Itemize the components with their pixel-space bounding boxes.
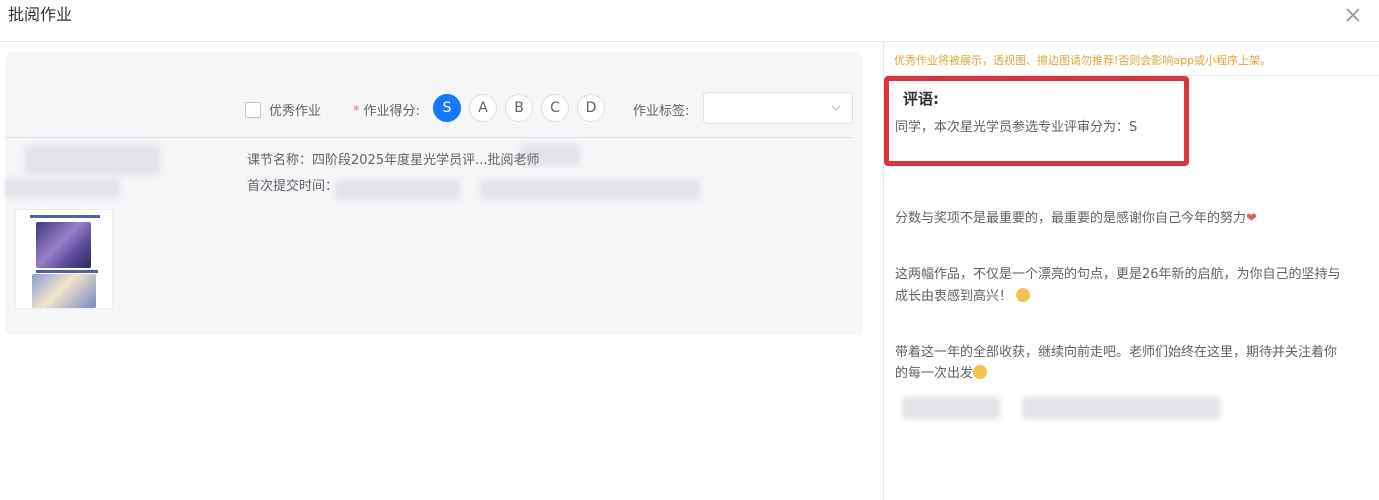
comment-line-3a: 这两幅作品，不仅是一个漂亮的句点，更是26年新的启航，为你自己的坚持与 xyxy=(895,267,1341,282)
artwork-image-1 xyxy=(36,222,91,268)
score-bar: 优秀作业 * 作业得分: S A B C D 作业标签: xyxy=(5,92,863,126)
grade-option-b[interactable]: B xyxy=(505,94,533,122)
grade-option-c[interactable]: C xyxy=(541,94,569,122)
homework-thumbnail[interactable] xyxy=(15,209,113,309)
divider xyxy=(5,137,853,138)
excellent-checkbox[interactable] xyxy=(245,101,261,118)
comment-line-4a: 带着这一年的全部收获，继续向前走吧。老师们始终在这里，期待并关注着你 xyxy=(895,345,1338,360)
tag-select[interactable] xyxy=(703,92,853,124)
chevron-down-icon xyxy=(831,105,841,111)
redacted-submit-extra xyxy=(480,180,700,200)
score-label-text: 作业得分: xyxy=(363,104,420,119)
notice-text: 优秀作业将被展示，透视图、擦边图请勿推荐!否则会影响app或小程序上架。 xyxy=(894,54,1272,67)
comment-line-4b-text: 的每一次出发 xyxy=(895,366,974,381)
comment-line-2: 分数与奖项不是最重要的，最重要的是感谢你自己今年的努力❤ xyxy=(895,209,1257,229)
comment-line-1: 同学，本次星光学员参选专业评审分为：S xyxy=(895,120,1138,135)
submit-time-label: 首次提交时间： xyxy=(247,179,339,194)
comment-line-2-text: 分数与奖项不是最重要的，最重要的是感谢你自己今年的努力 xyxy=(895,211,1247,226)
redacted-submit-time xyxy=(335,180,460,200)
redacted-signature-2 xyxy=(1022,397,1220,419)
redacted-student-name xyxy=(25,145,160,175)
grading-dialog: 批阅作业 优秀作业 * 作业得分: S A B C D 作业标签: 课节名称：四… xyxy=(0,0,1379,500)
artwork-image-2 xyxy=(32,274,96,308)
clap-emoji-icon xyxy=(1016,288,1031,302)
comment-title: 评语: xyxy=(903,90,939,108)
smile-emoji-icon xyxy=(973,365,988,379)
thumbnail-caption-mid xyxy=(36,270,98,273)
comment-line-4b: 的每一次出发 xyxy=(895,364,988,384)
grade-option-s[interactable]: S xyxy=(433,94,461,122)
homework-panel: 优秀作业 * 作业得分: S A B C D 作业标签: 课节名称：四阶段2025… xyxy=(5,52,863,335)
close-icon xyxy=(1346,8,1360,22)
grade-option-a[interactable]: A xyxy=(469,94,497,122)
thumbnail-caption-top xyxy=(30,215,100,218)
required-mark: * xyxy=(353,104,360,119)
grade-option-d[interactable]: D xyxy=(577,94,605,122)
heart-emoji-icon: ❤ xyxy=(1246,211,1257,226)
comment-line-3b-text: 成长由衷感到高兴！ xyxy=(895,289,1013,304)
lesson-name: 课节名称：四阶段2025年度星光学员评...批阅老师 xyxy=(247,153,540,168)
redacted-student-id xyxy=(5,178,120,198)
tag-label: 作业标签: xyxy=(633,104,690,119)
excellent-label: 优秀作业 xyxy=(269,104,322,119)
dialog-title: 批阅作业 xyxy=(8,5,73,24)
excellent-checkbox-wrap[interactable]: 优秀作业 xyxy=(245,100,321,119)
redacted-signature-1 xyxy=(902,397,1000,419)
dialog-header: 批阅作业 xyxy=(0,0,1379,42)
comment-panel: 优秀作业将被展示，透视图、擦边图请勿推荐!否则会影响app或小程序上架。 评语:… xyxy=(883,42,1379,500)
close-button[interactable] xyxy=(1343,5,1363,25)
comment-line-3b: 成长由衷感到高兴！ xyxy=(895,287,1031,307)
score-label: * 作业得分: xyxy=(353,100,420,119)
